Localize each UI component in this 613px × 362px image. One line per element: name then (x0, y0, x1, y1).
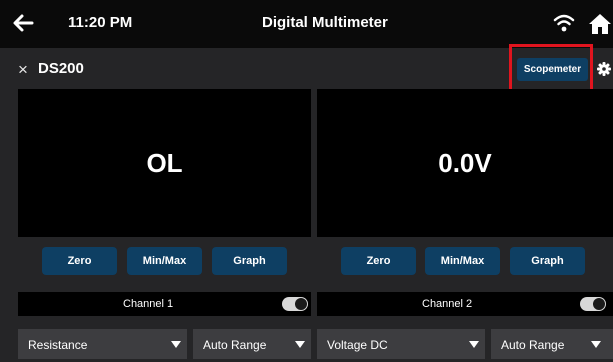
back-arrow-icon[interactable] (10, 10, 36, 36)
channel-1-minmax-button[interactable]: Min/Max (127, 247, 202, 275)
channel-2-mode-select[interactable]: Voltage DC (317, 329, 485, 359)
chevron-down-icon (171, 341, 181, 348)
channel-1-reading: OL (18, 89, 311, 237)
channel-1-label: Channel 1 (123, 298, 174, 310)
chevron-down-icon (295, 341, 305, 348)
channel-2-label: Channel 2 (422, 298, 473, 310)
home-icon[interactable] (587, 12, 613, 36)
device-name: DS200 (38, 60, 84, 77)
app-title: Digital Multimeter (262, 14, 388, 31)
select-value: Auto Range (203, 338, 267, 352)
toggle-knob (593, 298, 605, 310)
channel-1-zero-button[interactable]: Zero (42, 247, 117, 275)
channel-2-reading: 0.0V (317, 89, 613, 237)
channel-1-mode-select[interactable]: Resistance (18, 329, 187, 359)
toggle-knob (295, 298, 307, 310)
channel-2-minmax-button[interactable]: Min/Max (425, 247, 500, 275)
gear-icon[interactable] (597, 62, 611, 76)
select-value: Voltage DC (327, 338, 388, 352)
channel-2-zero-button[interactable]: Zero (341, 247, 416, 275)
chevron-down-icon (591, 341, 601, 348)
clock-time: 11:20 PM (68, 14, 133, 31)
channel-2-graph-button[interactable]: Graph (510, 247, 585, 275)
channel-1-toggle[interactable] (282, 297, 308, 311)
select-value: Resistance (28, 338, 88, 352)
close-device-icon[interactable]: × (18, 61, 28, 78)
channel-2-range-select[interactable]: Auto Range (491, 329, 613, 359)
channel-2-toggle[interactable] (580, 297, 606, 311)
chevron-down-icon (469, 341, 479, 348)
wifi-icon (553, 14, 575, 32)
channel-1-range-select[interactable]: Auto Range (193, 329, 311, 359)
select-value: Auto Range (501, 338, 565, 352)
channel-1-graph-button[interactable]: Graph (212, 247, 287, 275)
